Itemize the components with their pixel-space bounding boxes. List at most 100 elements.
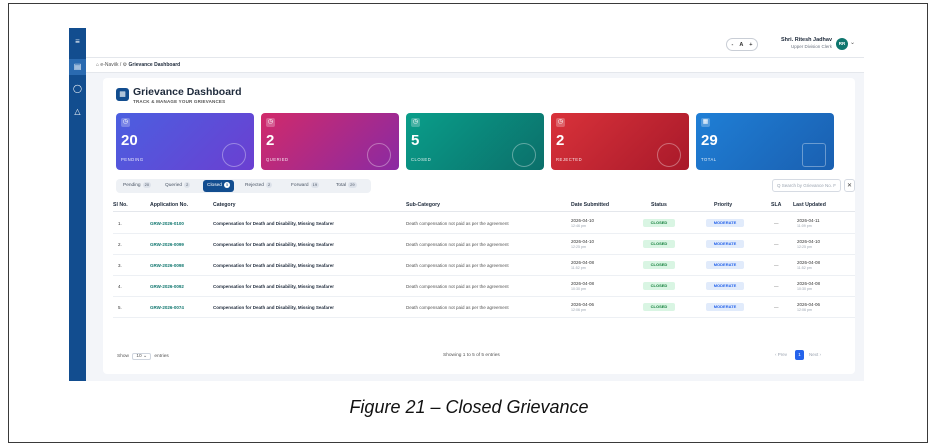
stat-card-total[interactable]: ▦ 29 TOTAL — [696, 113, 834, 170]
tab-pending[interactable]: Pending 20 — [119, 180, 155, 192]
tab-count-badge: 20 — [142, 182, 152, 188]
cell-sla: — — [774, 221, 779, 226]
stat-card-queried[interactable]: ◷ 2 QUERIED — [261, 113, 399, 170]
stat-card-rejected[interactable]: ◷ 2 REJECTED — [551, 113, 689, 170]
tab-label: Queried — [165, 183, 183, 188]
page-1-button[interactable]: 1 — [795, 350, 804, 360]
cell-sl-no: 3. — [118, 263, 122, 268]
dashboard-panel: ▦ Grievance Dashboard TRACK & MANAGE YOU… — [103, 78, 855, 374]
page-subtitle: TRACK & MANAGE YOUR GRIEVANCES — [133, 99, 226, 104]
tab-forward[interactable]: Forward 19 — [287, 180, 323, 192]
header-priority[interactable]: Priority — [714, 202, 732, 208]
table-header: Sl No. Application No. Category Sub-Cate… — [113, 200, 855, 212]
entries-select[interactable]: 10 ⌄ — [132, 353, 152, 360]
header-sla[interactable]: SLA — [771, 202, 781, 208]
figure-frame: ≡ ▤ ◯ △ - A + Shri. Ritesh Jadhav Upper Di… — [8, 3, 928, 443]
priority-badge: MODERATE — [706, 219, 744, 227]
tab-closed[interactable]: Closed 5 — [203, 180, 235, 192]
table-row[interactable]: 2. GRW-2026-0099 Compensation for Death … — [113, 234, 855, 255]
tab-count-badge: 5 — [223, 182, 231, 188]
time-value: 12:06 pm — [797, 308, 812, 312]
stat-label: REJECTED — [556, 157, 583, 162]
avatar[interactable]: RR — [836, 38, 848, 50]
time-value: 12:46 pm — [571, 224, 586, 228]
tab-label: Pending — [123, 183, 141, 188]
tab-total[interactable]: Total 29 — [332, 180, 361, 192]
font-increase-button[interactable]: + — [749, 42, 752, 48]
tab-count-badge: 2 — [265, 182, 273, 188]
header-category[interactable]: Category — [213, 202, 236, 208]
table-row[interactable]: 3. GRW-2026-0098 Compensation for Death … — [113, 255, 855, 276]
header-application-no[interactable]: Application No. — [150, 202, 188, 208]
font-label: A — [739, 42, 744, 48]
bell-icon[interactable]: △ — [69, 104, 86, 120]
shield-icon[interactable]: ◯ — [69, 81, 86, 97]
table-row[interactable]: 4. GRW-2026-0092 Compensation for Death … — [113, 276, 855, 297]
header-sl-no[interactable]: Sl No. — [113, 202, 128, 208]
home-icon[interactable]: ⌂ — [96, 62, 99, 68]
cell-sub-category: Death compensation not paid as per the a… — [406, 284, 509, 289]
search-input[interactable]: Q Search by Grievance No. F — [772, 179, 841, 192]
tab-queried[interactable]: Queried 2 — [161, 180, 194, 192]
cell-application-no[interactable]: GRW-2026-0100 — [150, 221, 184, 226]
cell-sla: — — [774, 242, 779, 247]
priority-badge: MODERATE — [706, 282, 744, 290]
clock-icon: ◷ — [411, 118, 420, 127]
header-status[interactable]: Status — [651, 202, 667, 208]
entries-summary: Showing 1 to 5 of 5 entries — [443, 353, 500, 358]
grid-watermark-icon — [802, 143, 826, 167]
header-last-updated[interactable]: Last Updated — [793, 202, 826, 208]
tab-label: Closed — [207, 183, 222, 188]
cell-last-updated: 2026-04-06 12:06 pm — [797, 302, 820, 312]
next-button[interactable]: Next › — [809, 352, 821, 357]
date-value: 2026-04-08 — [571, 281, 595, 286]
stat-value: 29 — [701, 132, 718, 149]
header-date-submitted[interactable]: Date Submitted — [571, 202, 609, 208]
date-value: 2026-04-10 — [571, 239, 595, 244]
figure-caption: Figure 21 – Closed Grievance — [349, 397, 589, 417]
header-sub-category[interactable]: Sub-Category — [406, 202, 440, 208]
cell-application-no[interactable]: GRW-2026-0099 — [150, 242, 184, 247]
cell-category: Compensation for Death and Disability, M… — [213, 305, 334, 310]
status-badge: CLOSED — [643, 219, 675, 227]
status-badge: CLOSED — [643, 261, 675, 269]
tab-count-badge: 2 — [184, 182, 191, 188]
breadcrumb-current: Grievance Dashboard — [128, 62, 181, 68]
cell-date-submitted: 2026-04-10 12:25 pm — [571, 239, 594, 249]
prev-button[interactable]: ‹ Prev — [775, 352, 787, 357]
time-value: 11:52 pm — [797, 266, 812, 270]
clock-icon: ◷ — [121, 118, 130, 127]
dashboard-icon: ▦ — [116, 88, 129, 101]
tab-label: Total — [336, 183, 347, 188]
app-screenshot: ≡ ▤ ◯ △ - A + Shri. Ritesh Jadhav Upper Di… — [69, 28, 864, 381]
stat-card-pending[interactable]: ◷ 20 PENDING — [116, 113, 254, 170]
stat-value: 5 — [411, 132, 420, 149]
breadcrumb-home[interactable]: e-Naviik — [100, 62, 118, 68]
stat-value: 20 — [121, 132, 138, 149]
cell-sub-category: Death compensation not paid as per the a… — [406, 221, 509, 226]
stat-label: CLOSED — [411, 157, 432, 162]
time-value: 11:09 pm — [797, 224, 812, 228]
priority-badge: MODERATE — [706, 240, 744, 248]
cell-application-no[interactable]: GRW-2026-0074 — [150, 305, 184, 310]
date-value: 2026-04-06 — [571, 302, 595, 307]
cell-application-no[interactable]: GRW-2026-0098 — [150, 263, 184, 268]
menu-icon[interactable]: ≡ — [69, 34, 86, 50]
clear-search-button[interactable]: ✕ — [844, 179, 855, 192]
stat-card-closed[interactable]: ◷ 5 CLOSED — [406, 113, 544, 170]
date-value: 2026-04-08 — [571, 260, 595, 265]
status-badge: CLOSED — [643, 240, 675, 248]
file-icon[interactable]: ▤ — [69, 59, 86, 75]
cell-application-no[interactable]: GRW-2026-0092 — [150, 284, 184, 289]
table-row[interactable]: 1. GRW-2026-0100 Compensation for Death … — [113, 213, 855, 234]
date-value: 2026-04-11 — [797, 218, 820, 223]
entries-value: 10 — [136, 354, 142, 359]
table-row[interactable]: 5. GRW-2026-0074 Compensation for Death … — [113, 297, 855, 318]
user-info[interactable]: Shri. Ritesh Jadhav Upper Division Clerk — [774, 37, 832, 49]
cell-date-submitted: 2026-04-06 12:06 pm — [571, 302, 594, 312]
cell-sub-category: Death compensation not paid as per the a… — [406, 263, 509, 268]
chevron-down-icon[interactable]: ⌄ — [850, 39, 855, 46]
font-decrease-button[interactable]: - — [731, 42, 733, 48]
tab-rejected[interactable]: Rejected 2 — [241, 180, 276, 192]
font-size-control[interactable]: - A + — [726, 38, 758, 51]
